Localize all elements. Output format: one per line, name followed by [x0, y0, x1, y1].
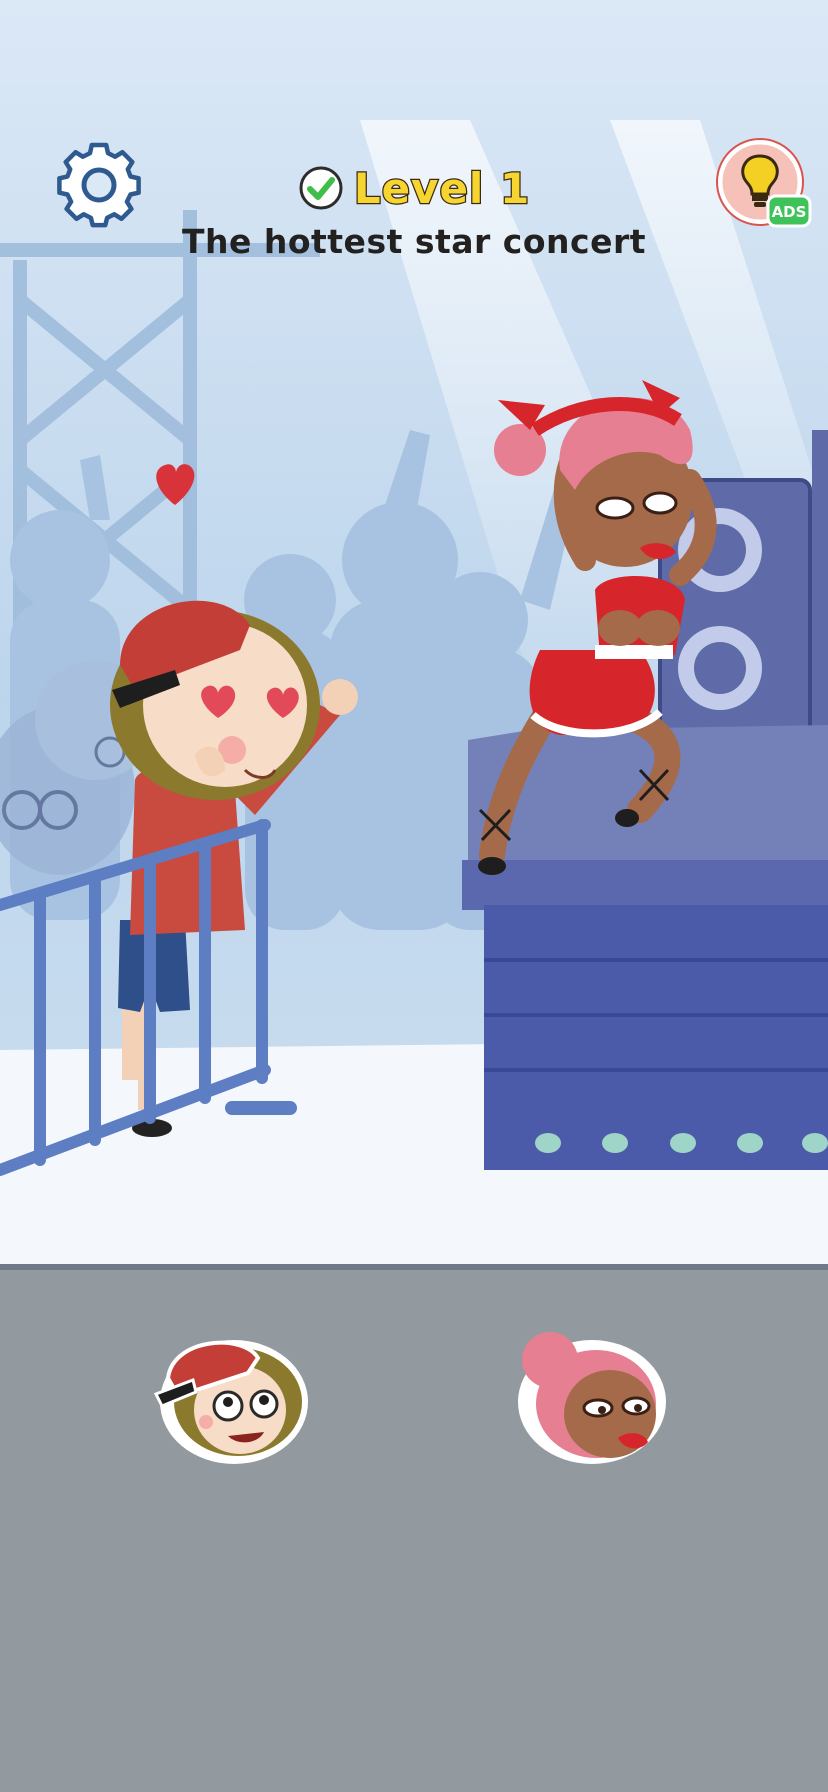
- game-screen: Level 1 The hottest star concert ADS: [0, 0, 828, 1792]
- ads-badge: ADS: [766, 194, 812, 228]
- hint-button[interactable]: ADS: [716, 138, 812, 234]
- sticker-tray: [0, 1264, 828, 1792]
- level-label: Level 1: [353, 162, 531, 214]
- level-title: The hottest star concert: [181, 222, 647, 261]
- level-header: Level 1: [0, 160, 828, 216]
- concert-scene: Level 1 The hottest star concert ADS: [0, 0, 828, 1268]
- hint-button-graphic: ADS: [716, 138, 812, 228]
- girl-face-sticker[interactable]: [510, 1326, 670, 1466]
- boy-face-sticker[interactable]: [148, 1328, 308, 1468]
- boy-face-icon: [153, 1340, 308, 1464]
- check-icon: [299, 166, 343, 210]
- ads-badge-label: ADS: [772, 203, 807, 221]
- girl-face-icon: [518, 1332, 666, 1464]
